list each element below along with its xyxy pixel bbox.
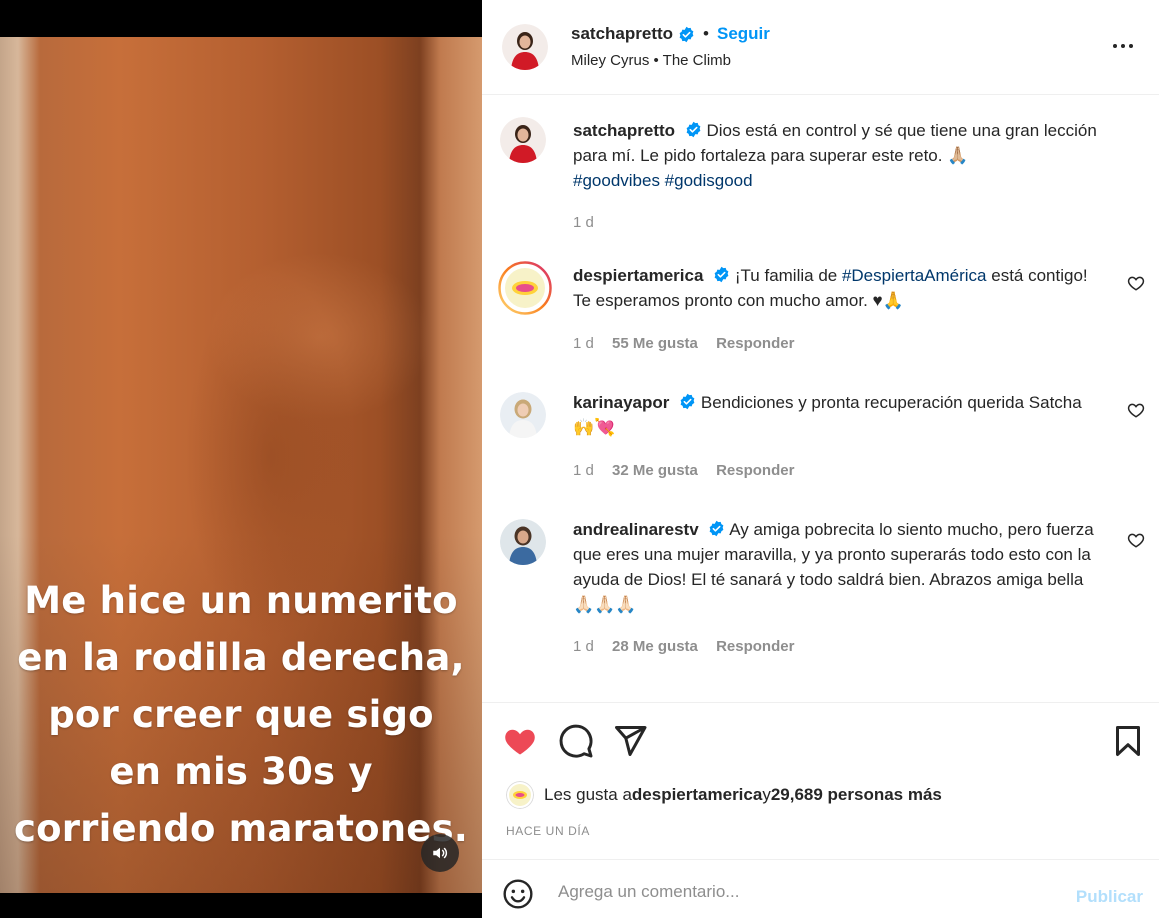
sound-icon <box>433 847 448 859</box>
emoji-icon[interactable] <box>502 878 534 910</box>
comment-meta: 1 d 32 Me gusta Responder <box>573 462 808 479</box>
follow-button[interactable]: Seguir <box>717 24 770 44</box>
post-media[interactable]: Me hice un numerito en la rodilla derech… <box>0 0 482 918</box>
comment-input[interactable] <box>558 874 1028 910</box>
avatar[interactable] <box>500 519 546 565</box>
comment-body: despiertamerica ¡Tu familia de #Despiert… <box>573 263 1105 313</box>
reply-button[interactable]: Responder <box>716 462 794 479</box>
caption-meta: 1 d <box>573 214 608 231</box>
caption-line: por creer que sigo <box>48 693 434 736</box>
avatar[interactable] <box>500 117 546 163</box>
reply-button[interactable]: Responder <box>716 638 794 655</box>
hashtag-link[interactable]: #DespiertaAmérica <box>842 266 987 285</box>
comment-username[interactable]: despiertamerica <box>573 266 703 285</box>
comment-icon[interactable] <box>558 723 594 759</box>
comment-likes[interactable]: 55 Me gusta <box>612 335 698 352</box>
caption-line: Me hice un numerito <box>24 579 458 622</box>
publish-button[interactable]: Publicar <box>1076 887 1143 907</box>
post-panel: satchapretto • Seguir Miley Cyrus • The … <box>482 0 1159 918</box>
comment-likes[interactable]: 32 Me gusta <box>612 462 698 479</box>
likes-prefix: Les gusta a <box>544 785 632 804</box>
avatar[interactable] <box>502 24 548 70</box>
verified-icon <box>714 266 729 283</box>
bookmark-icon[interactable] <box>1110 723 1146 759</box>
hashtags[interactable]: #goodvibes #godisgood <box>573 171 753 190</box>
comment-likes[interactable]: 28 Me gusta <box>612 638 698 655</box>
avatar[interactable] <box>506 781 534 809</box>
like-comment-icon[interactable] <box>1127 274 1145 292</box>
post-actions: Les gusta a despiertamerica y 29,689 per… <box>482 702 1159 859</box>
comment-username[interactable]: karinayapor <box>573 393 669 412</box>
more-icon[interactable] <box>1111 36 1135 56</box>
caption-line: en mis 30s y <box>109 750 373 793</box>
likes-middle: y <box>762 785 771 804</box>
comment-body: andrealinarestv Ay amiga pobrecita lo si… <box>573 517 1105 617</box>
comment-username[interactable]: satchapretto <box>573 121 675 140</box>
reply-button[interactable]: Responder <box>716 335 794 352</box>
post-timestamp[interactable]: HACE UN DÍA <box>506 824 590 838</box>
add-comment-bar: Publicar <box>482 859 1159 918</box>
username-link[interactable]: satchapretto <box>571 24 673 44</box>
verified-icon <box>710 520 724 537</box>
avatar[interactable] <box>498 261 552 315</box>
comment-time[interactable]: 1 d <box>573 638 594 655</box>
verified-icon <box>686 121 701 138</box>
comments-list[interactable]: satchapretto Dios está en control y sé q… <box>482 96 1159 702</box>
caption-body: satchapretto Dios está en control y sé q… <box>573 118 1105 193</box>
music-label[interactable]: Miley Cyrus • The Climb <box>571 52 731 69</box>
share-icon[interactable] <box>612 723 648 759</box>
avatar[interactable] <box>500 392 546 438</box>
like-comment-icon[interactable] <box>1127 401 1145 419</box>
comment-text: ¡Tu familia de <box>734 266 842 285</box>
comment-time[interactable]: 1 d <box>573 462 594 479</box>
likes-count-link[interactable]: 29,689 personas más <box>771 785 942 805</box>
comment-meta: 1 d 55 Me gusta Responder <box>573 335 808 352</box>
video-caption: Me hice un numerito en la rodilla derech… <box>0 572 482 857</box>
like-comment-icon[interactable] <box>1127 531 1145 549</box>
comment-body: karinayapor Bendiciones y pronta recuper… <box>573 390 1105 440</box>
post-header: satchapretto • Seguir Miley Cyrus • The … <box>482 0 1159 95</box>
caption-line: en la rodilla derecha, <box>17 636 465 679</box>
heart-icon[interactable] <box>502 723 538 759</box>
comment-meta: 1 d 28 Me gusta Responder <box>573 638 808 655</box>
likes-summary: Les gusta a despiertamerica y 29,689 per… <box>506 781 942 809</box>
likes-user-link[interactable]: despiertamerica <box>632 785 762 805</box>
header-user: satchapretto • Seguir <box>571 24 770 44</box>
comment-time[interactable]: 1 d <box>573 214 594 231</box>
verified-icon <box>680 393 695 410</box>
comment-username[interactable]: andrealinarestv <box>573 520 699 539</box>
verified-icon <box>679 26 694 42</box>
sound-toggle-button[interactable] <box>421 834 459 872</box>
comment-time[interactable]: 1 d <box>573 335 594 352</box>
separator-dot: • <box>703 24 709 43</box>
caption-line: corriendo maratones. <box>13 807 469 850</box>
